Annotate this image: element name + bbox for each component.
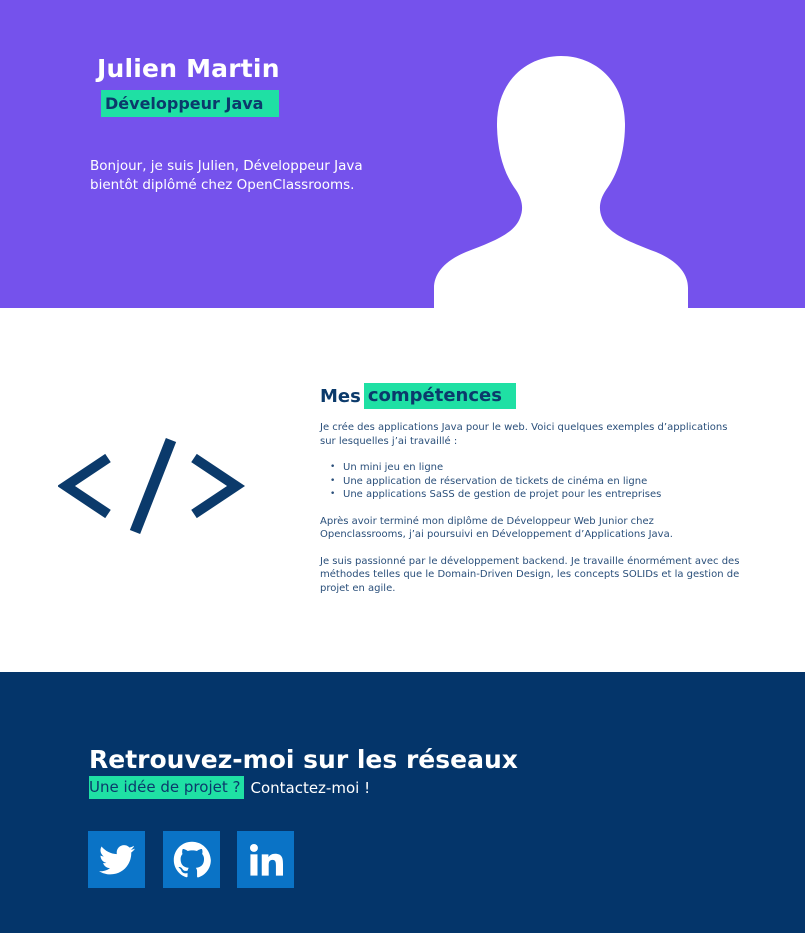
list-item: Un mini jeu en ligne (330, 461, 740, 475)
skills-section: Mes compétences Je crée des applications… (0, 308, 805, 672)
social-footer: Retrouvez-moi sur les réseaux Une idée d… (0, 672, 805, 933)
avatar-silhouette-icon (434, 56, 688, 308)
skills-paragraph-education: Après avoir terminé mon diplôme de Dével… (320, 515, 673, 541)
twitter-button[interactable] (88, 831, 145, 888)
github-button[interactable] (163, 831, 220, 888)
skills-heading: Mes compétences (320, 383, 516, 409)
skills-list: Un mini jeu en ligne Une application de … (330, 461, 740, 502)
hero-section: Julien Martin Développeur Java Bonjour, … (0, 0, 805, 308)
twitter-icon (98, 844, 135, 874)
list-item: Une applications SaSS de gestion de proj… (330, 488, 740, 502)
linkedin-icon (249, 843, 283, 876)
list-item: Une application de réservation de ticket… (330, 475, 740, 489)
footer-subtitle: Une idée de projet ? Contactez-moi ! (89, 776, 370, 799)
github-icon (173, 841, 211, 877)
skills-heading-prefix: Mes (320, 385, 361, 407)
hero-name: Julien Martin (97, 54, 280, 83)
contact-link[interactable]: Contactez-moi ! (250, 779, 370, 797)
footer-title: Retrouvez-moi sur les réseaux (89, 745, 518, 774)
hero-role-badge: Développeur Java (101, 90, 279, 117)
skills-paragraph-backend: Je suis passionné par le développement b… (320, 555, 740, 594)
skills-body: Je crée des applications Java pour le we… (320, 421, 740, 608)
skills-intro: Je crée des applications Java pour le we… (320, 422, 728, 447)
footer-subtitle-highlight: Une idée de projet ? (89, 776, 245, 799)
hero-intro: Bonjour, je suis Julien, Développeur Jav… (90, 158, 363, 193)
skills-heading-highlight: compétences (363, 383, 516, 409)
linkedin-button[interactable] (237, 831, 294, 888)
code-brackets-icon (58, 437, 246, 535)
